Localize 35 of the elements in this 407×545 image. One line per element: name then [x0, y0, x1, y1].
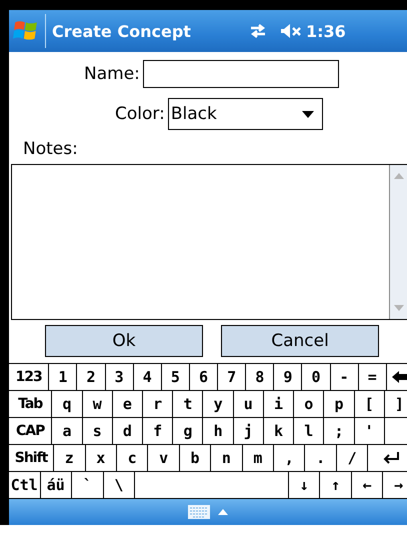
- cancel-button[interactable]: Cancel: [221, 325, 379, 357]
- keyboard-key[interactable]: u: [234, 391, 264, 417]
- color-dropdown[interactable]: Black: [168, 98, 323, 130]
- speaker-icon[interactable]: [280, 23, 302, 39]
- keyboard-key[interactable]: s: [82, 418, 113, 444]
- name-label: Name:: [84, 64, 140, 84]
- keyboard-key[interactable]: w: [82, 391, 113, 417]
- clock-time: 1:36: [306, 22, 346, 40]
- menu-up-icon[interactable]: [218, 509, 228, 515]
- keyboard-key[interactable]: j: [234, 418, 264, 444]
- notes-label: Notes:: [23, 139, 79, 161]
- scroll-bar[interactable]: [389, 165, 407, 319]
- dropdown-caret-icon: [302, 110, 314, 118]
- keyboard-icon[interactable]: [188, 505, 210, 519]
- keyboard-key[interactable]: \: [104, 472, 136, 498]
- keyboard-key[interactable]: 4: [134, 364, 162, 390]
- keyboard-key[interactable]: m: [242, 445, 274, 471]
- scroll-up-icon[interactable]: [394, 173, 404, 179]
- keyboard-key[interactable]: [: [354, 391, 385, 417]
- connectivity-icon[interactable]: [248, 23, 268, 39]
- notes-field[interactable]: [11, 164, 407, 320]
- backspace-arrow-icon: [392, 371, 407, 383]
- window-title: Create Concept: [52, 22, 192, 40]
- keyboard-key[interactable]: x: [86, 445, 117, 471]
- keyboard-key[interactable]: Ctl: [9, 472, 41, 498]
- keyboard-key[interactable]: -: [330, 364, 359, 390]
- scroll-down-icon[interactable]: [394, 305, 404, 311]
- keyboard-key[interactable]: =: [358, 364, 387, 390]
- color-label: Color:: [115, 104, 165, 124]
- keyboard-key[interactable]: 3: [106, 364, 134, 390]
- ok-button[interactable]: Ok: [45, 325, 203, 357]
- keyboard-key[interactable]: áü: [40, 472, 72, 498]
- name-field[interactable]: [142, 60, 339, 88]
- keyboard-key[interactable]: ': [354, 418, 385, 444]
- enter-arrow-icon: [382, 452, 400, 464]
